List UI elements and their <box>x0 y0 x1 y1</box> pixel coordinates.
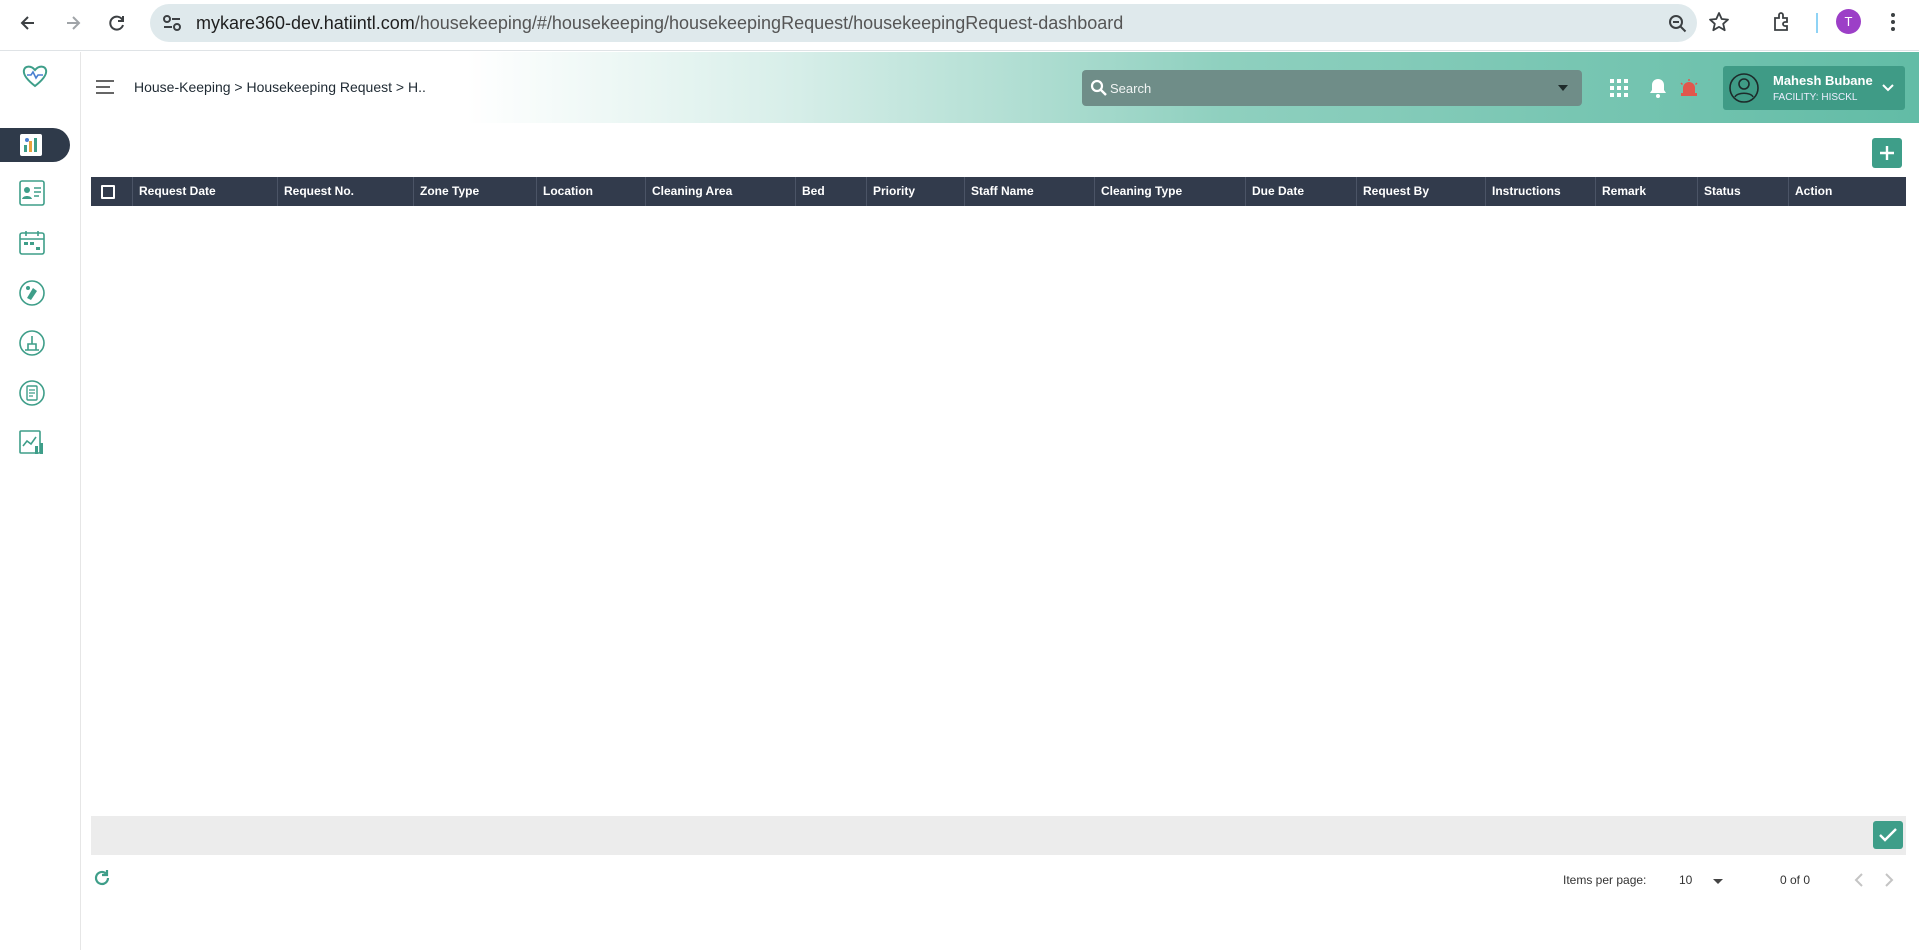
zoom-icon[interactable] <box>1667 13 1689 35</box>
check-icon <box>1879 828 1897 842</box>
forward-arrow-icon <box>67 16 81 30</box>
user-facility: FACILITY: HISCKL <box>1773 92 1858 103</box>
profile-avatar[interactable]: T <box>1836 9 1861 34</box>
back-button[interactable] <box>13 8 43 38</box>
dropdown-arrow-icon <box>1713 879 1723 884</box>
url-path: /housekeeping/#/housekeeping/housekeepin… <box>414 13 1124 33</box>
reload-button[interactable] <box>102 8 132 38</box>
sidebar-item-schedule[interactable] <box>16 227 48 259</box>
items-per-page-select[interactable]: 10 <box>1672 868 1732 892</box>
browser-toolbar: mykare360-dev.hatiintl.com/housekeeping/… <box>0 0 1919 51</box>
search-input[interactable] <box>1110 77 1530 99</box>
add-request-button[interactable] <box>1872 138 1902 168</box>
table-footer-bar <box>91 816 1906 855</box>
sidebar-item-cleaning-task[interactable] <box>16 327 48 359</box>
schedule-icon <box>19 231 45 255</box>
emergency-alarm-icon[interactable] <box>1678 77 1700 99</box>
column-header-remark[interactable]: Remark <box>1595 177 1697 206</box>
pagination-range: 0 of 0 <box>1780 873 1811 887</box>
extensions-icon[interactable] <box>1769 9 1795 35</box>
bookmark-star-icon[interactable] <box>1706 9 1732 35</box>
cleaning-task-icon <box>19 330 45 356</box>
search-icon <box>1090 79 1107 96</box>
column-header-bed[interactable]: Bed <box>795 177 866 206</box>
column-header-zone-type[interactable]: Zone Type <box>413 177 536 206</box>
app-sidebar <box>0 52 81 950</box>
user-profile-menu[interactable]: Mahesh Bubane FACILITY: HISCKL <box>1723 66 1905 110</box>
notification-bell-icon[interactable] <box>1647 77 1669 99</box>
column-header-due-date[interactable]: Due Date <box>1245 177 1356 206</box>
column-header-location[interactable]: Location <box>536 177 645 206</box>
reports-icon <box>19 430 43 454</box>
user-avatar-icon <box>1729 73 1759 103</box>
items-per-page-value: 10 <box>1679 873 1693 887</box>
global-search[interactable] <box>1082 70 1582 106</box>
menu-toggle-icon[interactable] <box>95 80 115 94</box>
app-logo-icon[interactable] <box>22 64 48 88</box>
column-header-cleaning-type[interactable]: Cleaning Type <box>1094 177 1245 206</box>
url-text: mykare360-dev.hatiintl.com/housekeeping/… <box>196 13 1123 34</box>
column-header-action[interactable]: Action <box>1788 177 1906 206</box>
column-header-instructions[interactable]: Instructions <box>1485 177 1595 206</box>
reload-icon <box>109 15 124 31</box>
sidebar-item-cleaning-service[interactable] <box>16 277 48 309</box>
breadcrumb: House-Keeping > Housekeeping Request > H… <box>134 79 426 95</box>
address-bar[interactable]: mykare360-dev.hatiintl.com/housekeeping/… <box>150 4 1697 42</box>
forward-button[interactable] <box>58 8 88 38</box>
confirm-button[interactable] <box>1873 821 1903 849</box>
refresh-icon[interactable] <box>92 868 112 888</box>
staff-assign-icon <box>19 180 45 206</box>
select-all-checkbox[interactable] <box>101 185 115 199</box>
column-header-staff-name[interactable]: Staff Name <box>964 177 1094 206</box>
sidebar-item-reports[interactable] <box>16 427 48 459</box>
user-name: Mahesh Bubane <box>1773 73 1873 88</box>
column-header-request-by[interactable]: Request By <box>1356 177 1485 206</box>
sidebar-item-checklist[interactable] <box>16 377 48 409</box>
sidebar-item-dashboard[interactable] <box>0 128 70 162</box>
column-header-request-no[interactable]: Request No. <box>277 177 413 206</box>
apps-grid-icon[interactable] <box>1608 77 1630 99</box>
back-arrow-icon <box>20 16 34 30</box>
checklist-icon <box>19 380 45 406</box>
chevron-right-icon <box>1885 873 1894 887</box>
plus-icon <box>1880 146 1894 160</box>
url-host: mykare360-dev.hatiintl.com <box>196 13 415 33</box>
site-info-icon[interactable] <box>162 14 182 32</box>
column-header-cleaning-area[interactable]: Cleaning Area <box>645 177 795 206</box>
search-dropdown-icon[interactable] <box>1558 85 1568 91</box>
table-header: Request Date Request No. Zone Type Locat… <box>91 177 1906 206</box>
column-header-priority[interactable]: Priority <box>866 177 964 206</box>
items-per-page-label: Items per page: <box>1563 873 1647 887</box>
column-header-status[interactable]: Status <box>1697 177 1788 206</box>
chevron-left-icon <box>1854 873 1863 887</box>
toolbar-separator <box>1816 13 1818 33</box>
previous-page-button[interactable] <box>1849 870 1869 890</box>
browser-menu-icon[interactable] <box>1880 9 1906 35</box>
sidebar-item-staff[interactable] <box>16 177 48 209</box>
app-header: House-Keeping > Housekeeping Request > H… <box>81 52 1919 123</box>
next-page-button[interactable] <box>1879 870 1899 890</box>
column-header-request-date[interactable]: Request Date <box>132 177 277 206</box>
chevron-down-icon <box>1882 84 1894 92</box>
housekeeping-dashboard-icon <box>20 134 42 156</box>
cleaning-service-icon <box>19 280 45 306</box>
